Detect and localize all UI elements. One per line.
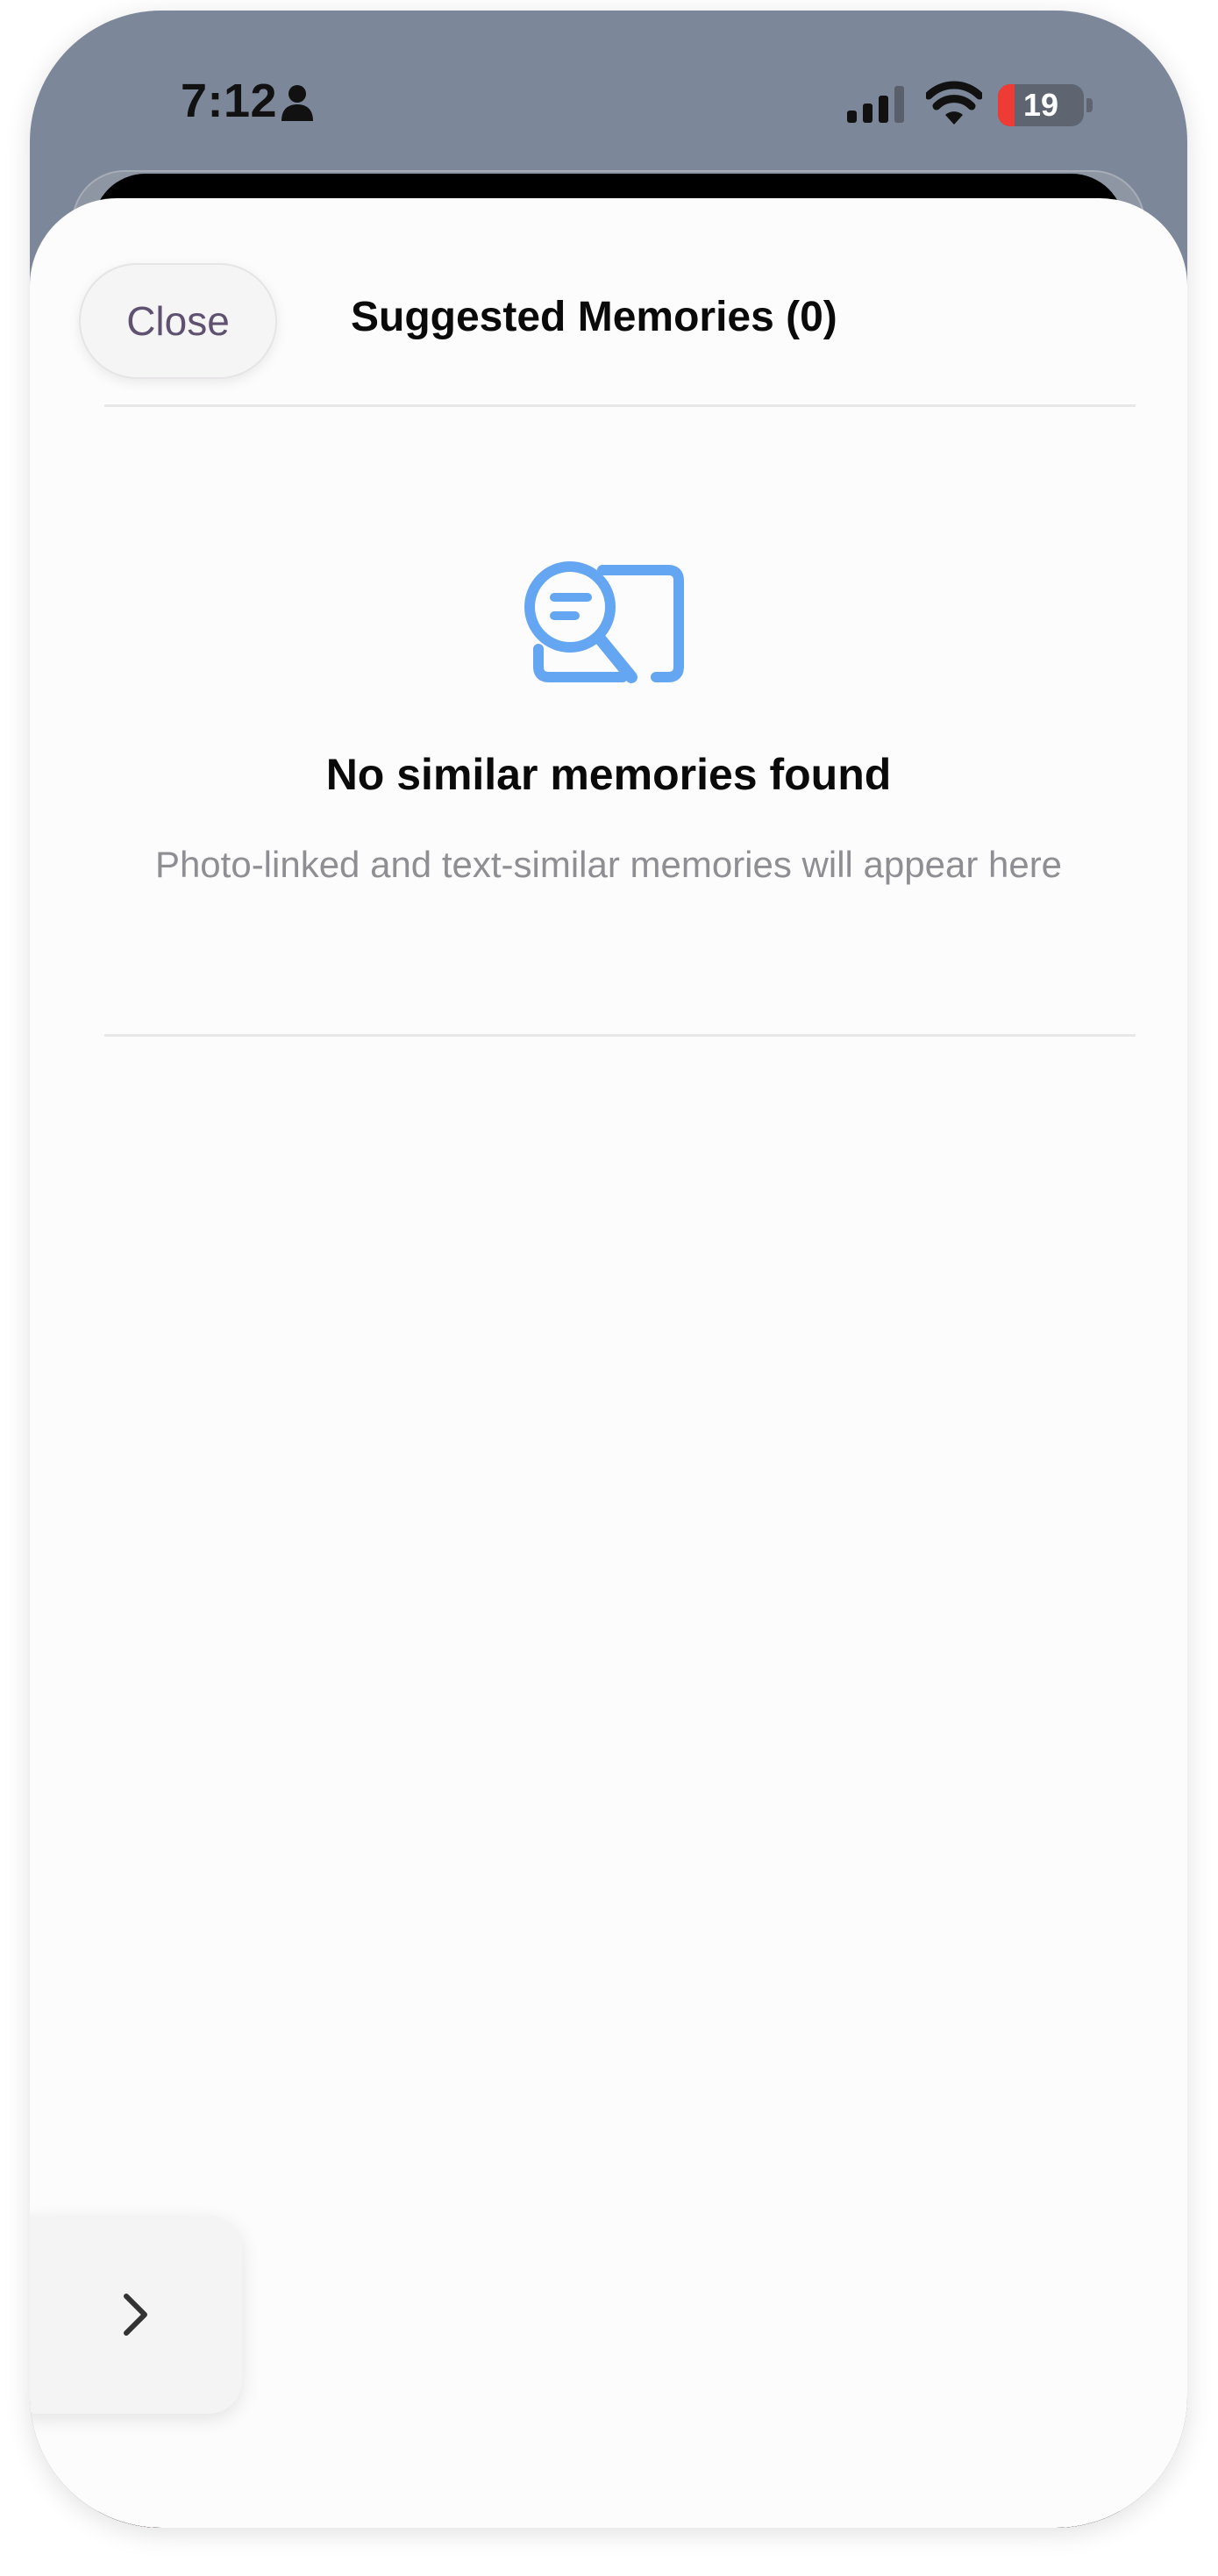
person-icon	[281, 85, 313, 121]
suggested-memories-sheet: Close Suggested Memories (0) No similar …	[30, 198, 1187, 2528]
close-button[interactable]: Close	[79, 263, 277, 379]
chevron-right-icon	[124, 2294, 147, 2336]
battery-level-label: 19	[1022, 87, 1059, 123]
status-time: 7:12	[181, 75, 278, 127]
battery-icon: 19	[998, 84, 1084, 126]
search-message-icon	[524, 561, 684, 683]
empty-state-title: No similar memories found	[325, 750, 892, 799]
wifi-icon	[926, 81, 982, 125]
content-divider	[104, 1034, 1136, 1037]
status-bar: 7:12 19	[30, 11, 1187, 186]
battery-tip	[1086, 98, 1093, 112]
cellular-signal-icon	[847, 86, 904, 123]
empty-state-subtitle: Photo-linked and text-similar memories w…	[154, 844, 1063, 885]
sheet-title: Suggested Memories (0)	[351, 294, 837, 340]
side-expand-tab[interactable]	[30, 2216, 242, 2414]
device-screen: 7:12 19 Close Suggested Memories (0) No …	[30, 11, 1187, 2528]
header-divider	[104, 404, 1136, 407]
